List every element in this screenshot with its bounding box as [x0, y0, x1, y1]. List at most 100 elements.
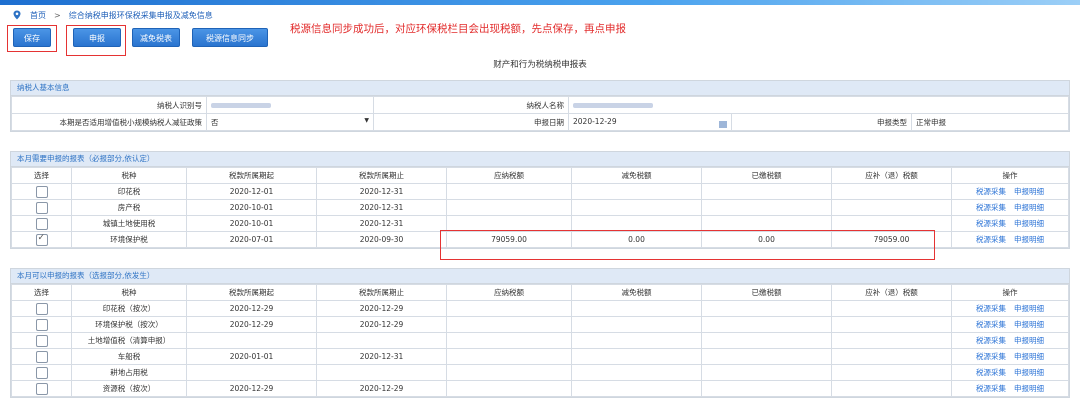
row-actions: 税源采集 申报明细	[951, 199, 1069, 216]
breadcrumb-home[interactable]: 首页	[30, 10, 46, 21]
tax-type: 车船税	[71, 348, 187, 365]
row-checkbox[interactable]	[11, 231, 72, 248]
declare-button[interactable]: 申报	[73, 28, 121, 47]
tax-payable	[831, 199, 952, 216]
table-row: 环境保护税（按次） 2020-12-29 2020-12-29 税源采集 申报明细	[11, 316, 1069, 333]
taxpayer-id-label: 纳税人识别号	[11, 96, 207, 114]
tax-payable	[831, 332, 952, 349]
optional-reports-table: 选择 税种 税款所属期起 税款所属期止 应纳税额 减免税额 已缴税额 应补（退）…	[11, 284, 1069, 397]
declare-detail-link[interactable]: 申报明细	[1014, 203, 1044, 212]
taxpayer-name-label: 纳税人名称	[373, 96, 569, 114]
basic-info-header: 纳税人基本信息	[11, 81, 1069, 96]
breadcrumb-current[interactable]: 综合纳税申报环保税采集申报及减免信息	[69, 10, 213, 21]
tax-source-collect-link[interactable]: 税源采集	[976, 368, 1006, 377]
period-start: 2020-10-01	[186, 215, 317, 232]
reduce-tax-button[interactable]: 减免税表	[132, 28, 180, 47]
col-tax-type: 税种	[71, 167, 187, 184]
row-actions: 税源采集 申报明细	[951, 231, 1069, 248]
col-tax-due: 应纳税额	[446, 284, 572, 301]
tax-source-collect-link[interactable]: 税源采集	[976, 235, 1006, 244]
declare-type-label: 申报类型	[731, 113, 912, 131]
period-start: 2020-12-29	[186, 316, 317, 333]
taxpayer-id-value	[206, 96, 374, 114]
declare-detail-link[interactable]: 申报明细	[1014, 320, 1044, 329]
tax-payable	[831, 364, 952, 381]
tax-type: 印花税	[71, 183, 187, 200]
tax-source-collect-link[interactable]: 税源采集	[976, 203, 1006, 212]
declare-detail-link[interactable]: 申报明细	[1014, 235, 1044, 244]
table-row: 印花税 2020-12-01 2020-12-31 税源采集 申报明细	[11, 183, 1069, 200]
declare-date-field[interactable]: 2020-12-29	[568, 113, 732, 131]
period-start	[186, 332, 317, 349]
declare-date-value: 2020-12-29	[573, 116, 617, 126]
tax-payable	[831, 300, 952, 317]
col-tax-paid: 已缴税额	[701, 167, 832, 184]
tax-reduction	[571, 332, 702, 349]
tax-source-collect-link[interactable]: 税源采集	[976, 187, 1006, 196]
tax-payable	[831, 183, 952, 200]
checkbox[interactable]	[35, 302, 48, 315]
tax-source-collect-link[interactable]: 税源采集	[976, 336, 1006, 345]
checkbox[interactable]	[35, 201, 48, 214]
declare-detail-link[interactable]: 申报明细	[1014, 219, 1044, 228]
tax-source-collect-link[interactable]: 税源采集	[976, 320, 1006, 329]
period-end: 2020-09-30	[316, 231, 447, 248]
required-reports-header: 本月需要申报的报表（必报部分,依认定）	[11, 152, 1069, 167]
checkbox[interactable]	[35, 366, 48, 379]
tax-due	[446, 364, 572, 381]
checkbox[interactable]	[35, 318, 48, 331]
tax-paid	[701, 380, 832, 397]
declare-detail-link[interactable]: 申报明细	[1014, 187, 1044, 196]
tax-type: 印花税（按次）	[71, 300, 187, 317]
declare-detail-link[interactable]: 申报明细	[1014, 304, 1044, 313]
row-actions: 税源采集 申报明细	[951, 332, 1069, 349]
policy-select[interactable]: 否 ▼	[206, 113, 374, 131]
checkbox[interactable]	[35, 217, 48, 230]
row-checkbox[interactable]	[11, 215, 72, 232]
declare-detail-link[interactable]: 申报明细	[1014, 352, 1044, 361]
tax-payable	[831, 380, 952, 397]
declare-detail-link[interactable]: 申报明细	[1014, 336, 1044, 345]
tax-due	[446, 316, 572, 333]
table-row: 土地增值税（清算申报） 税源采集 申报明细	[11, 332, 1069, 349]
checkbox[interactable]	[35, 334, 48, 347]
checkbox-checked[interactable]	[35, 233, 48, 246]
row-checkbox[interactable]	[11, 364, 72, 381]
row-checkbox[interactable]	[11, 332, 72, 349]
table-row: 耕地占用税 税源采集 申报明细	[11, 364, 1069, 381]
required-header-row: 选择 税种 税款所属期起 税款所属期止 应纳税额 减免税额 已缴税额 应补（退）…	[11, 167, 1069, 184]
period-end: 2020-12-31	[316, 215, 447, 232]
table-row: 房产税 2020-10-01 2020-12-31 税源采集 申报明细	[11, 199, 1069, 216]
declare-detail-link[interactable]: 申报明细	[1014, 384, 1044, 393]
checkbox[interactable]	[35, 185, 48, 198]
tax-source-collect-link[interactable]: 税源采集	[976, 219, 1006, 228]
row-checkbox[interactable]	[11, 300, 72, 317]
period-end: 2020-12-31	[316, 348, 447, 365]
row-checkbox[interactable]	[11, 199, 72, 216]
declare-detail-link[interactable]: 申报明细	[1014, 368, 1044, 377]
tax-source-collect-link[interactable]: 税源采集	[976, 352, 1006, 361]
policy-selected-value: 否	[211, 117, 219, 127]
row-checkbox[interactable]	[11, 348, 72, 365]
row-checkbox[interactable]	[11, 183, 72, 200]
period-end: 2020-12-29	[316, 316, 447, 333]
sync-tax-source-button[interactable]: 税源信息同步	[192, 28, 268, 47]
checkbox[interactable]	[35, 382, 48, 395]
col-tax-payable: 应补（退）税额	[831, 167, 952, 184]
period-end: 2020-12-29	[316, 300, 447, 317]
tax-source-collect-link[interactable]: 税源采集	[976, 384, 1006, 393]
period-start: 2020-07-01	[186, 231, 317, 248]
tax-payable	[831, 316, 952, 333]
table-row: 印花税（按次） 2020-12-29 2020-12-29 税源采集 申报明细	[11, 300, 1069, 317]
row-checkbox[interactable]	[11, 316, 72, 333]
col-tax-due: 应纳税额	[446, 167, 572, 184]
tax-source-collect-link[interactable]: 税源采集	[976, 304, 1006, 313]
tax-reduction	[571, 380, 702, 397]
checkbox[interactable]	[35, 350, 48, 363]
tax-reduction	[571, 364, 702, 381]
save-button[interactable]: 保存	[13, 28, 51, 47]
col-tax-paid: 已缴税额	[701, 284, 832, 301]
instruction-notice: 税源信息同步成功后，对应环保税栏目会出现税额，先点保存，再点申报	[290, 23, 626, 35]
col-tax-payable: 应补（退）税额	[831, 284, 952, 301]
row-checkbox[interactable]	[11, 380, 72, 397]
